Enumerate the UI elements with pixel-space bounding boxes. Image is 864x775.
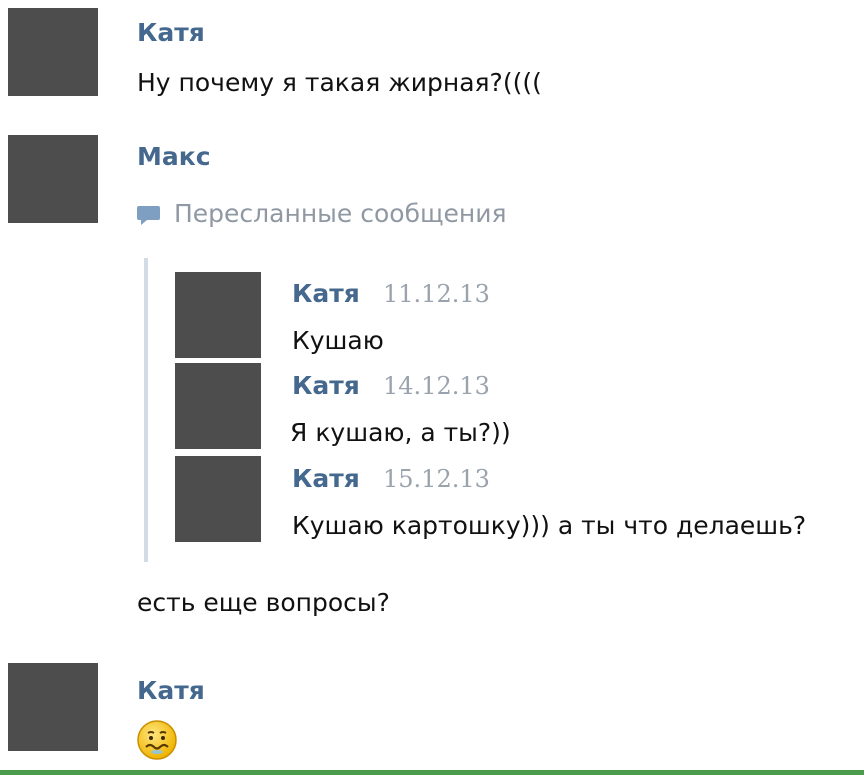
message-author[interactable]: Катя (137, 18, 205, 48)
avatar[interactable] (175, 363, 261, 449)
message-text: Ну почему я такая жирная?(((( (137, 68, 542, 97)
speech-bubble-icon (136, 204, 162, 226)
forwarded-text: Кушаю (292, 326, 384, 355)
avatar[interactable] (8, 8, 98, 96)
smiley-emoji-icon (136, 719, 178, 761)
forwarded-date: 15.12.13 (383, 465, 490, 493)
bottom-border (0, 770, 864, 775)
avatar[interactable] (175, 456, 261, 542)
forwarded-date: 14.12.13 (383, 372, 490, 400)
message-author[interactable]: Катя (137, 676, 205, 706)
forwarded-text: Кушаю картошку))) а ты что делаешь? (292, 511, 807, 540)
forwarded-divider (144, 258, 148, 562)
avatar[interactable] (175, 272, 261, 358)
forwarded-author[interactable]: Катя (292, 279, 360, 309)
message-author[interactable]: Макс (137, 142, 211, 172)
forwarded-author[interactable]: Катя (292, 464, 360, 494)
message-text: есть еще вопросы? (137, 588, 390, 617)
avatar[interactable] (8, 135, 98, 223)
forwarded-text: Я кушаю, а ты?)) (290, 418, 511, 447)
forwarded-author[interactable]: Катя (292, 371, 360, 401)
forwarded-messages-label[interactable]: Пересланные сообщения (174, 199, 507, 229)
forwarded-date: 11.12.13 (383, 280, 490, 308)
avatar[interactable] (8, 663, 98, 751)
